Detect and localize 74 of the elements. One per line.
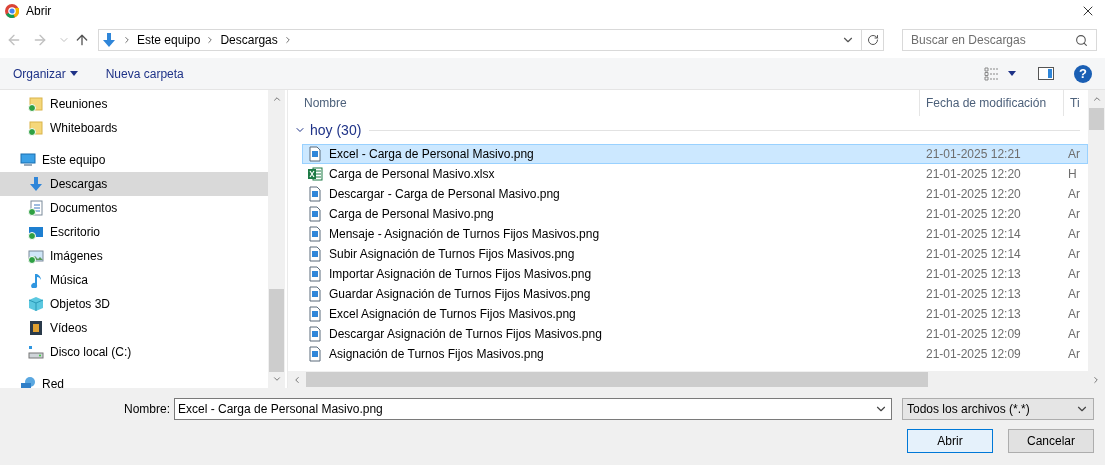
file-name-box[interactable]: Excel - Carga de Personal Masivo.png [174, 398, 892, 420]
sidebar-item[interactable]: Reuniones [0, 92, 268, 116]
file-row[interactable]: Descargar Asignación de Turnos Fijos Masivos.png 21-01-2025 12:09 Ar [302, 324, 1088, 344]
file-name: Asignación de Turnos Fijos Masivos.png [329, 346, 544, 363]
column-header[interactable]: Nombre [288, 94, 919, 112]
file-row[interactable]: Excel Asignación de Turnos Fijos Masivos.png 21-01-2025 12:13 Ar [302, 304, 1088, 324]
table-cell-text: Ar [1067, 266, 1080, 283]
sidebar-item[interactable]: Escritorio [0, 220, 268, 244]
modified-date: 21-01-2025 12:20 [925, 186, 1022, 203]
file-name-label: Nombre: [124, 401, 170, 418]
file-name: Descargar Asignación de Turnos Fijos Masivos.png [329, 326, 602, 343]
modified-date: 21-01-2025 12:14 [925, 226, 1022, 243]
file-name-field[interactable]: Excel - Carga de Personal Masivo.png [178, 400, 874, 418]
search-box[interactable]: Buscar en Descargas [902, 29, 1097, 51]
sidebar-item[interactable]: Música [0, 268, 268, 292]
modified-date: 21-01-2025 12:14 [925, 246, 1022, 263]
table-cell-text: H [1067, 166, 1077, 183]
modified-date: 21-01-2025 12:09 [925, 346, 1022, 363]
file-name: Subir Asignación de Turnos Fijos Masivos.png [329, 246, 575, 263]
file-name: Excel Asignación de Turnos Fijos Masivos.png [329, 306, 576, 323]
file-name: Descargar - Carga de Personal Masivo.png [329, 186, 560, 203]
open-button[interactable]: Abrir [907, 429, 993, 453]
modified-date: 21-01-2025 12:09 [925, 326, 1022, 343]
file-type-dropdown[interactable]: Todos los archivos (*.*) [902, 398, 1094, 420]
file-row[interactable]: Descargar - Carga de Personal Masivo.png 21-01-2025 12:20 Ar [302, 184, 1088, 204]
table-cell-text: Ar [1067, 306, 1080, 323]
file-row[interactable]: Mensaje - Asignación de Turnos Fijos Masivos.png 21-01-2025 12:14 Ar [302, 224, 1088, 244]
file-row[interactable]: Guardar Asignación de Turnos Fijos Masivos.png 21-01-2025 12:13 Ar [302, 284, 1088, 304]
modified-date: 21-01-2025 12:13 [925, 266, 1022, 283]
column-header[interactable]: Ti [1063, 90, 1080, 116]
modified-date: 21-01-2025 12:13 [925, 306, 1022, 323]
sidebar-item[interactable]: Imágenes [0, 244, 268, 268]
table-cell-text: Ar [1067, 226, 1080, 243]
sidebar-item[interactable]: Documentos [0, 196, 268, 220]
table-cell-text: Ar [1067, 286, 1080, 303]
sidebar-item[interactable]: Disco local (C:) [0, 340, 268, 364]
table-cell-text: Ar [1067, 146, 1080, 163]
cancel-button[interactable]: Cancelar [1008, 429, 1094, 453]
breadcrumb[interactable]: Este equipo [137, 31, 201, 49]
file-row[interactable]: Carga de Personal Masivo.xlsx 21-01-2025 12:20 H [302, 164, 1088, 184]
modified-date: 21-01-2025 12:13 [925, 286, 1022, 303]
organize-menu[interactable]: Organizar [13, 64, 78, 83]
file-name: Carga de Personal Masivo.xlsx [329, 166, 495, 183]
window-title: Abrir [26, 3, 53, 20]
file-name: Importar Asignación de Turnos Fijos Masivos.png [329, 266, 592, 283]
modified-date: 21-01-2025 12:21 [925, 146, 1022, 163]
file-row[interactable]: Excel - Carga de Personal Masivo.png 21-01-2025 12:21 Ar [302, 144, 1088, 164]
file-name: Excel - Carga de Personal Masivo.png [329, 146, 534, 163]
sidebar-item[interactable]: Este equipo [0, 148, 268, 172]
sidebar-item[interactable]: Vídeos [0, 316, 268, 340]
modified-date: 21-01-2025 12:20 [925, 166, 1022, 183]
search-field[interactable]: Buscar en Descargas [911, 31, 1075, 49]
address-bar[interactable]: Este equipo Descargas [98, 29, 884, 51]
file-row[interactable]: Asignación de Turnos Fijos Masivos.png 21-01-2025 12:09 Ar [302, 344, 1088, 364]
new-folder-button[interactable]: Nueva carpeta [105, 64, 184, 83]
sidebar-item[interactable]: Objetos 3D [0, 292, 268, 316]
column-header[interactable]: Fecha de modificación [919, 90, 1063, 116]
table-cell-text: Ar [1067, 186, 1080, 203]
group-heading: hoy (30) [310, 120, 362, 140]
file-row[interactable]: Carga de Personal Masivo.png 21-01-2025 12:20 Ar [302, 204, 1088, 224]
file-name: Mensaje - Asignación de Turnos Fijos Masivos.png [329, 226, 600, 243]
file-name: Carga de Personal Masivo.png [329, 206, 494, 223]
table-cell-text: Ar [1067, 206, 1080, 223]
help-button[interactable]: ? [1074, 64, 1092, 83]
table-cell-text: Ar [1067, 346, 1080, 363]
table-cell-text: Ar [1067, 246, 1080, 263]
modified-date: 21-01-2025 12:20 [925, 206, 1022, 223]
table-cell-text: Ar [1067, 326, 1080, 343]
sidebar-item[interactable]: Whiteboards [0, 116, 268, 140]
file-row[interactable]: Importar Asignación de Turnos Fijos Masivos.png 21-01-2025 12:13 Ar [302, 264, 1088, 284]
file-row[interactable]: Subir Asignación de Turnos Fijos Masivos.png 21-01-2025 12:14 Ar [302, 244, 1088, 264]
file-name: Guardar Asignación de Turnos Fijos Masivos.png [329, 286, 591, 303]
breadcrumb[interactable]: Descargas [220, 31, 278, 49]
sidebar-item[interactable]: Descargas [0, 172, 268, 196]
